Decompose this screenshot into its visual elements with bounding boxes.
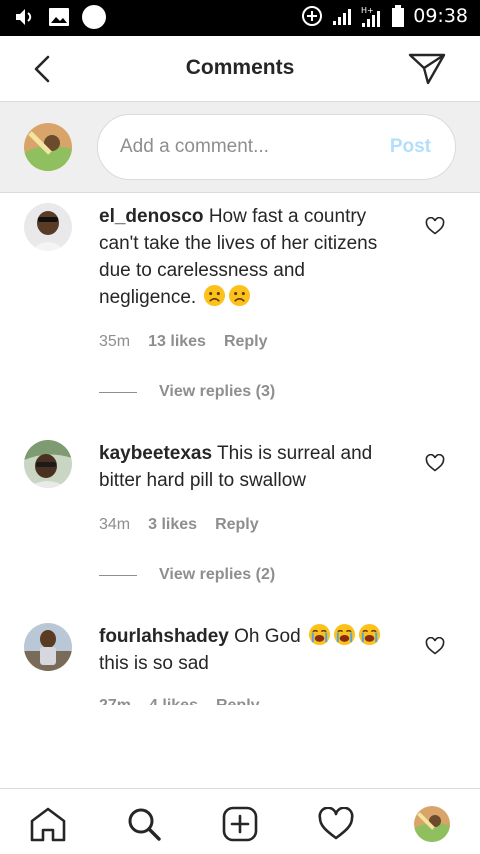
comment-meta-partial: 27m 4 likes Reply: [99, 697, 299, 705]
data-saver-icon: [302, 6, 323, 26]
crying-face-emoji: [308, 623, 331, 646]
reply-button[interactable]: Reply: [224, 333, 268, 351]
notification-dot-icon: [82, 5, 106, 29]
post-button[interactable]: Post: [390, 136, 431, 158]
comment-text: kaybeetexas This is surreal and bitter h…: [99, 440, 399, 494]
comment-message: Oh God: [234, 626, 301, 647]
bottom-navigation: [0, 788, 480, 854]
new-post-icon[interactable]: [222, 806, 258, 842]
crying-face-emoji: [333, 623, 356, 646]
battery-icon: [392, 5, 405, 27]
comment-time: 34m: [99, 516, 131, 533]
comment-text: fourlahshadey Oh God this is so sad: [99, 623, 399, 677]
comment-text: el_denosco How fast a country can't take…: [99, 203, 399, 311]
crying-face-emoji: [358, 623, 381, 646]
comment-likes[interactable]: 3 likes: [148, 516, 197, 534]
commenter-avatar[interactable]: [24, 203, 72, 251]
comment-message-cont: this is so sad: [99, 653, 209, 674]
partial-reply: Reply: [216, 697, 260, 705]
comment-meta: 35m 13 likes Reply: [99, 333, 268, 351]
hplus-signal-icon: H+: [361, 6, 381, 27]
commenter-avatar[interactable]: [24, 623, 72, 671]
view-replies-button[interactable]: View replies (3): [99, 383, 275, 401]
frowning-face-emoji: [229, 284, 251, 307]
status-time: 09:38: [413, 5, 468, 27]
search-icon[interactable]: [126, 806, 162, 842]
comment-username[interactable]: el_denosco: [99, 206, 204, 227]
view-replies-label[interactable]: View replies (3): [159, 383, 275, 401]
like-heart-icon[interactable]: [425, 637, 445, 655]
status-bar: H+ 09:38: [0, 0, 480, 36]
reply-button[interactable]: Reply: [215, 516, 259, 534]
replies-divider: [99, 391, 137, 393]
comment-input[interactable]: [120, 115, 370, 179]
nav-home[interactable]: [28, 804, 68, 844]
view-replies-button[interactable]: View replies (2): [99, 566, 275, 584]
direct-send-icon[interactable]: [408, 52, 446, 86]
partial-time: 27m: [99, 697, 131, 705]
signal-icon: [333, 9, 352, 25]
activity-heart-icon[interactable]: [317, 807, 355, 841]
like-heart-icon[interactable]: [425, 217, 445, 235]
comment-likes[interactable]: 13 likes: [148, 333, 206, 351]
comment-time: 35m: [99, 333, 131, 350]
comment-username[interactable]: kaybeetexas: [99, 443, 212, 464]
nav-search[interactable]: [124, 804, 164, 844]
home-icon[interactable]: [29, 806, 67, 842]
comment-composer: Post: [0, 102, 480, 193]
nav-new-post[interactable]: [220, 804, 260, 844]
volume-icon: [16, 9, 32, 25]
frowning-face-emoji: [204, 284, 226, 307]
comment-input-box[interactable]: Post: [97, 114, 456, 180]
profile-avatar[interactable]: [414, 806, 450, 842]
nav-profile[interactable]: [412, 804, 452, 844]
my-avatar: [24, 123, 72, 171]
commenter-avatar[interactable]: [24, 440, 72, 488]
comment-meta: 34m 3 likes Reply: [99, 516, 259, 534]
view-replies-label[interactable]: View replies (2): [159, 566, 275, 584]
replies-divider: [99, 574, 137, 576]
svg-text:H+: H+: [361, 6, 374, 15]
comment-username[interactable]: fourlahshadey: [99, 626, 229, 647]
nav-activity[interactable]: [316, 804, 356, 844]
gallery-icon: [49, 8, 69, 26]
like-heart-icon[interactable]: [425, 454, 445, 472]
partial-likes: 4 likes: [149, 697, 198, 705]
comments-header: Comments: [0, 36, 480, 102]
